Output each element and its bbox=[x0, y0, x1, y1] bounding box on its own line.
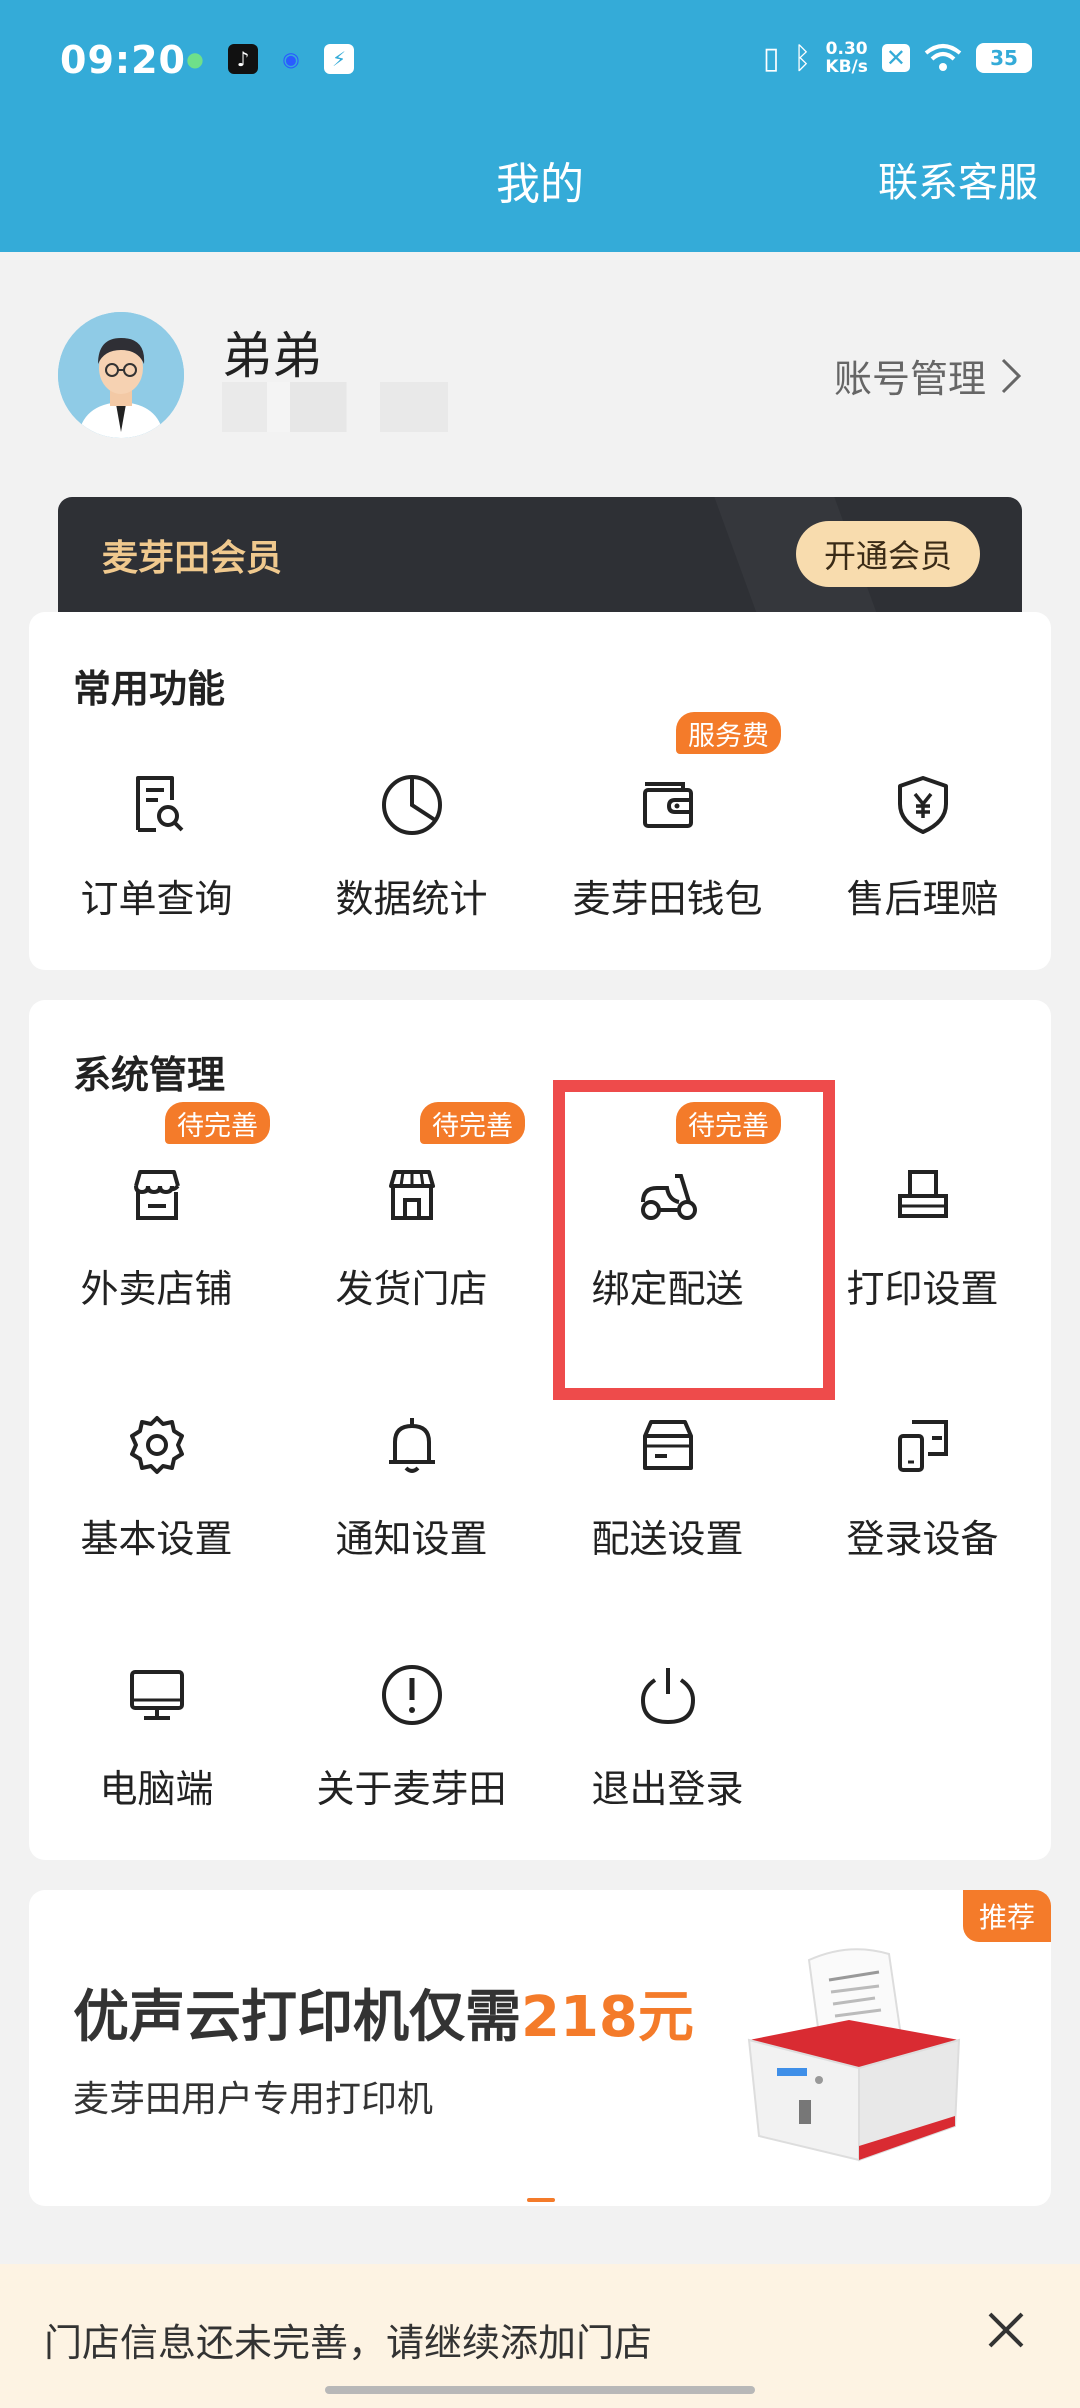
banner-title-prefix: 优声云打印机仅需 bbox=[73, 1985, 521, 2050]
grid-item-login-devices[interactable]: 登录设备 bbox=[795, 1410, 1050, 1563]
pending-badge: 待完善 bbox=[165, 1102, 270, 1144]
system-status-icons: ▯ ᛒ 0.30 KB/s ✕ 35 bbox=[763, 40, 1032, 76]
status-time: 09:20 bbox=[60, 38, 186, 82]
banner-price: 218元 bbox=[521, 1985, 694, 2050]
service-fee-badge: 服务费 bbox=[676, 712, 781, 754]
devices-icon bbox=[897, 1420, 948, 1472]
masked-phone-number bbox=[222, 382, 448, 432]
status-bar: 09:20 ● ♪ ◉ ⚡ ▯ ᛒ 0.30 KB/s ✕ 35 bbox=[0, 0, 1080, 130]
grid-item-basic-settings[interactable]: 基本设置 bbox=[29, 1410, 284, 1563]
chevron-right-icon bbox=[1001, 358, 1022, 393]
grid-item-about[interactable]: 关于麦芽田 bbox=[284, 1660, 539, 1813]
grid-item-wallet[interactable]: 服务费 麦芽田钱包 bbox=[540, 712, 795, 923]
app-circle-icon: ◉ bbox=[282, 47, 300, 71]
sim-off-icon: ✕ bbox=[881, 44, 910, 72]
system-management-card: 系统管理 待完善 外卖店铺 待完善 发货门店 待完善 绑定配送 打印设置 基本设… bbox=[29, 1000, 1051, 1860]
shield-yen-icon bbox=[897, 776, 948, 834]
grid-item-label: 外卖店铺 bbox=[80, 1267, 233, 1311]
grid-item-label: 售后理赔 bbox=[846, 877, 999, 921]
bluetooth-icon: ᛒ bbox=[793, 40, 812, 76]
grid-item-label: 数据统计 bbox=[335, 877, 488, 921]
grid-item-data-stats[interactable]: 数据统计 bbox=[284, 770, 539, 923]
member-card[interactable]: 麦芽田会员 开通会员 bbox=[58, 497, 1022, 627]
wallet-icon bbox=[642, 782, 693, 828]
lightning-app-icon: ⚡ bbox=[324, 44, 354, 74]
info-icon bbox=[381, 1665, 442, 1725]
box-icon bbox=[642, 1420, 693, 1470]
notification-icons: ● ♪ ◉ ⚡ bbox=[180, 44, 354, 74]
grid-item-order-search[interactable]: 订单查询 bbox=[29, 770, 284, 923]
net-speed-value: 0.30 bbox=[825, 39, 868, 59]
notice-text: 门店信息还未完善，请继续添加门店 bbox=[44, 2321, 653, 2365]
open-membership-button[interactable]: 开通会员 bbox=[795, 521, 980, 587]
power-icon bbox=[640, 1668, 695, 1725]
tiktok-icon: ♪ bbox=[228, 44, 258, 74]
grid-item-logout[interactable]: 退出登录 bbox=[540, 1660, 795, 1813]
bell-icon bbox=[388, 1418, 435, 1473]
grid-item-label: 退出登录 bbox=[591, 1767, 744, 1811]
grid-item-label: 订单查询 bbox=[80, 877, 233, 921]
grid-item-label: 通知设置 bbox=[335, 1517, 488, 1561]
grid-item-label: 发货门店 bbox=[335, 1267, 488, 1311]
home-indicator[interactable] bbox=[325, 2386, 755, 2394]
top-header: 09:20 ● ♪ ◉ ⚡ ▯ ᛒ 0.30 KB/s ✕ 35 我的 联系客服 bbox=[0, 0, 1080, 252]
printer-promo-banner[interactable]: 推荐 优声云打印机仅需218元 麦芽田用户专用打印机 bbox=[29, 1890, 1051, 2206]
gear-icon bbox=[129, 1416, 184, 1474]
system-management-title: 系统管理 bbox=[73, 1053, 226, 1097]
banner-subtitle: 麦芽田用户专用打印机 bbox=[73, 2079, 434, 2120]
grid-item-label: 麦芽田钱包 bbox=[572, 877, 763, 921]
grid-item-delivery-settings[interactable]: 配送设置 bbox=[540, 1410, 795, 1563]
highlight-frame bbox=[553, 1080, 835, 1400]
grid-item-label: 电脑端 bbox=[99, 1767, 214, 1811]
pending-badge: 待完善 bbox=[420, 1102, 525, 1144]
pie-chart-icon bbox=[381, 775, 442, 835]
battery-indicator: 35 bbox=[976, 43, 1032, 73]
grid-item-takeout-store[interactable]: 待完善 外卖店铺 bbox=[29, 1102, 284, 1313]
wifi-icon bbox=[924, 44, 962, 71]
vibrate-icon: ▯ bbox=[762, 40, 780, 76]
close-icon[interactable] bbox=[976, 2300, 1036, 2360]
account-management-link[interactable]: 账号管理 bbox=[834, 348, 1022, 403]
member-title: 麦芽田会员 bbox=[102, 538, 283, 579]
recommend-tag: 推荐 bbox=[962, 1890, 1051, 1942]
common-functions-card: 常用功能 订单查询 数据统计 服务费 麦芽田钱包 售后理赔 bbox=[29, 612, 1051, 970]
account-management-label: 账号管理 bbox=[833, 357, 986, 401]
avatar[interactable] bbox=[58, 312, 184, 438]
grid-item-label: 配送设置 bbox=[591, 1517, 744, 1561]
banner-title: 优声云打印机仅需218元 bbox=[73, 1972, 694, 2053]
printer-icon bbox=[897, 1170, 948, 1218]
store-icon bbox=[133, 1170, 180, 1220]
grid-item-label: 基本设置 bbox=[80, 1517, 233, 1561]
net-speed-unit: KB/s bbox=[825, 57, 868, 77]
incomplete-store-notice[interactable]: 门店信息还未完善，请继续添加门店 bbox=[0, 2264, 1080, 2408]
user-avatar-icon bbox=[58, 312, 184, 438]
grid-item-after-sales[interactable]: 售后理赔 bbox=[795, 770, 1050, 923]
grid-item-label: 登录设备 bbox=[846, 1517, 999, 1561]
carousel-indicator bbox=[527, 2198, 555, 2202]
username: 弟弟 bbox=[222, 327, 322, 385]
grid-item-label: 关于麦芽田 bbox=[316, 1767, 507, 1811]
grid-item-desktop[interactable]: 电脑端 bbox=[29, 1660, 284, 1813]
common-functions-title: 常用功能 bbox=[73, 667, 226, 711]
order-search-icon bbox=[135, 776, 183, 832]
receipt-printer-image bbox=[747, 1948, 961, 2162]
network-speed: 0.30 KB/s bbox=[825, 40, 867, 76]
monitor-icon bbox=[129, 1670, 184, 1720]
contact-service-button[interactable]: 联系客服 bbox=[878, 150, 1038, 208]
shop-icon bbox=[388, 1170, 435, 1220]
grid-item-notification-settings[interactable]: 通知设置 bbox=[284, 1410, 539, 1563]
grid-item-shipping-store[interactable]: 待完善 发货门店 bbox=[284, 1102, 539, 1313]
app-notification-icon: ● bbox=[186, 47, 204, 71]
